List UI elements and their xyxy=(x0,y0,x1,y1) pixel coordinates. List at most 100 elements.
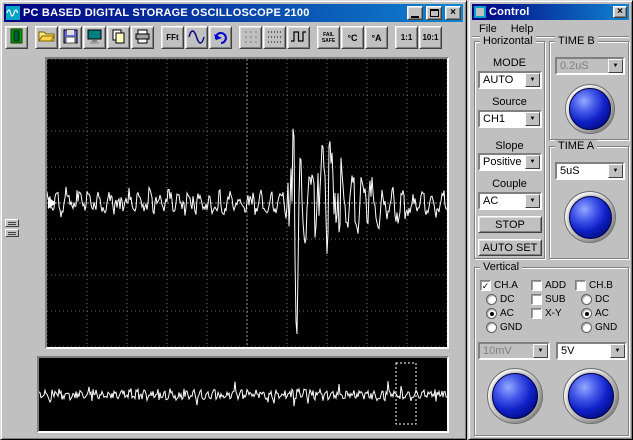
checkbox-icon xyxy=(531,294,542,305)
control-window-title: Control xyxy=(489,6,530,18)
ch-b-label: CH.B xyxy=(589,280,613,291)
ch-b-dc-radio[interactable]: DC xyxy=(581,294,609,305)
main-titlebar[interactable]: PC BASED DIGITAL STORAGE OSCILLOSCOPE 21… xyxy=(4,4,463,22)
pages-icon xyxy=(110,28,127,48)
ch-b-gnd-label: GND xyxy=(595,322,618,333)
time-b-knob[interactable] xyxy=(565,84,615,134)
ch-b-ac-radio[interactable]: AC xyxy=(581,308,609,319)
ch-a-ac-radio[interactable]: AC xyxy=(486,308,514,319)
volts-a-select[interactable]: 10mV ▼ xyxy=(478,342,550,360)
dropdown-arrow-icon[interactable]: ▼ xyxy=(525,194,540,208)
save-button[interactable] xyxy=(59,26,82,49)
ratio-1-1-button[interactable]: 1:1 xyxy=(395,26,418,49)
ratio-1-1-label: 1:1 xyxy=(400,33,413,42)
stop-button[interactable]: STOP xyxy=(478,216,542,233)
menu-file[interactable]: File xyxy=(472,23,504,35)
oscilloscope-window: PC BASED DIGITAL STORAGE OSCILLOSCOPE 21… xyxy=(0,0,467,440)
control-titlebar[interactable]: Control × xyxy=(472,4,629,20)
source-select[interactable]: CH1 ▼ xyxy=(478,110,542,128)
mode-select[interactable]: AUTO ▼ xyxy=(478,71,542,89)
dropdown-arrow-icon[interactable]: ▼ xyxy=(608,59,623,73)
mode-label: MODE xyxy=(493,57,526,69)
time-b-value: 0.2uS xyxy=(560,60,589,72)
ch-a-gnd-label: GND xyxy=(500,322,523,333)
slope-value: Positive xyxy=(483,156,522,168)
copy-button[interactable] xyxy=(107,26,130,49)
ch-b-checkbox[interactable]: CH.B xyxy=(575,280,613,291)
minimize-button[interactable] xyxy=(407,6,423,20)
time-b-select[interactable]: 0.2uS ▼ xyxy=(555,57,625,75)
xy-checkbox[interactable]: X-Y xyxy=(531,308,562,319)
dot-grid-button[interactable] xyxy=(239,26,262,49)
ch-b-ac-label: AC xyxy=(595,308,609,319)
main-waveform-display[interactable] xyxy=(45,57,449,349)
dropdown-arrow-icon[interactable]: ▼ xyxy=(525,73,540,87)
time-a-select[interactable]: 5uS ▼ xyxy=(555,162,625,180)
zoom-trace-svg xyxy=(39,362,447,425)
ch-a-checkbox[interactable]: ✓ CH.A xyxy=(480,280,518,291)
horizontal-group-label: Horizontal xyxy=(480,35,536,48)
ratio-10-1-button[interactable]: 10:1 xyxy=(419,26,442,49)
volts-b-value: 5V xyxy=(561,345,575,357)
dotted-lines-button[interactable] xyxy=(263,26,286,49)
sine-wave-button[interactable] xyxy=(185,26,208,49)
open-button[interactable] xyxy=(35,26,58,49)
slope-select[interactable]: Positive ▼ xyxy=(478,153,542,171)
sine-wave-icon xyxy=(188,28,205,48)
fail-safe-line2: SAFE xyxy=(321,37,336,44)
dropdown-arrow-icon[interactable]: ▼ xyxy=(610,344,625,358)
couple-label: Couple xyxy=(492,178,527,190)
vertical-group-label: Vertical xyxy=(480,261,523,274)
time-a-knob[interactable] xyxy=(564,191,616,243)
volts-a-value: 10mV xyxy=(483,345,512,357)
couple-select[interactable]: AC ▼ xyxy=(478,192,542,210)
channel-b-position-handle[interactable] xyxy=(5,229,19,237)
maximize-button[interactable] xyxy=(426,6,442,20)
time-a-group-label: TIME A xyxy=(555,140,598,153)
volts-a-knob-face xyxy=(491,372,539,420)
ampere-label: °A xyxy=(371,32,382,43)
fail-safe-button[interactable]: FAIL SAFE xyxy=(317,26,340,49)
volts-a-knob[interactable] xyxy=(487,368,543,424)
auto-set-button[interactable]: AUTO SET xyxy=(478,239,542,256)
control-close-button[interactable]: × xyxy=(613,6,627,18)
radio-icon xyxy=(581,322,592,333)
close-button[interactable]: × xyxy=(445,6,461,20)
sub-checkbox[interactable]: SUB xyxy=(531,294,566,305)
zoom-waveform-display[interactable] xyxy=(37,356,449,433)
checkbox-icon xyxy=(531,308,542,319)
toolbar: FFt FAIL SAFE °C °A 1:1 10:1 xyxy=(4,24,463,51)
volts-b-knob[interactable] xyxy=(563,368,619,424)
volts-b-select[interactable]: 5V ▼ xyxy=(556,342,627,360)
channel-a-position-handle[interactable] xyxy=(5,219,19,227)
dropdown-arrow-icon[interactable]: ▼ xyxy=(525,112,540,126)
auto-set-label: AUTO SET xyxy=(482,241,538,254)
checkbox-checked-icon: ✓ xyxy=(480,280,491,291)
sub-label: SUB xyxy=(545,294,566,305)
square-wave-button[interactable] xyxy=(287,26,310,49)
celsius-button[interactable]: °C xyxy=(341,26,364,49)
ratio-10-1-label: 10:1 xyxy=(422,33,439,42)
ch-a-dc-radio[interactable]: DC xyxy=(486,294,514,305)
undo-button[interactable] xyxy=(209,26,232,49)
menu-help[interactable]: Help xyxy=(504,23,541,35)
dropdown-arrow-icon[interactable]: ▼ xyxy=(533,344,548,358)
floppy-icon xyxy=(62,28,79,48)
dropdown-arrow-icon[interactable]: ▼ xyxy=(525,155,540,169)
close-icon: × xyxy=(617,6,623,17)
print-button[interactable] xyxy=(131,26,154,49)
checkbox-icon xyxy=(531,280,542,291)
fft-button[interactable]: FFt xyxy=(161,26,184,49)
screen-button[interactable] xyxy=(83,26,106,49)
ch-b-gnd-radio[interactable]: GND xyxy=(581,322,617,333)
add-checkbox[interactable]: ADD xyxy=(531,280,566,291)
ampere-button[interactable]: °A xyxy=(365,26,388,49)
dropdown-arrow-icon[interactable]: ▼ xyxy=(608,164,623,178)
start-button[interactable] xyxy=(5,26,28,49)
couple-value: AC xyxy=(483,195,499,207)
celsius-label: °C xyxy=(347,32,358,43)
ch-a-gnd-radio[interactable]: GND xyxy=(486,322,522,333)
maximize-icon xyxy=(429,9,439,17)
printer-icon xyxy=(134,28,151,48)
source-label: Source xyxy=(492,96,527,108)
